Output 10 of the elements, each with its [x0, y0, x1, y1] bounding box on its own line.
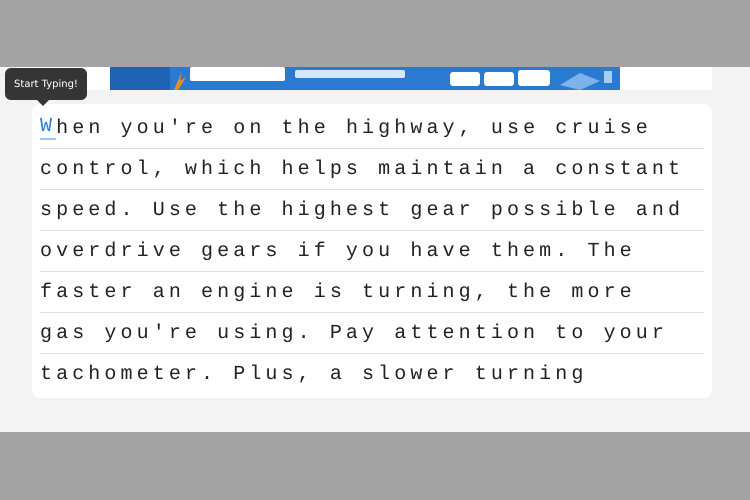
passage-text: tachometer. Plus, a slower turning — [40, 362, 588, 386]
passage-text: speed. Use the highest gear possible and — [40, 198, 684, 222]
passage-text: gas you're using. Pay attention to your — [40, 322, 668, 344]
passage-text: overdrive gears if you have them. The — [40, 240, 636, 262]
tooltip: Start Typing! — [5, 68, 87, 100]
passage-text: control, which helps maintain a constant — [40, 158, 684, 180]
tooltip-pointer — [37, 100, 49, 106]
passage-text: faster an engine is turning, the more — [40, 280, 636, 304]
passage-text: hen you're on the highway, use cruise — [56, 116, 652, 140]
current-letter: W — [40, 116, 56, 140]
